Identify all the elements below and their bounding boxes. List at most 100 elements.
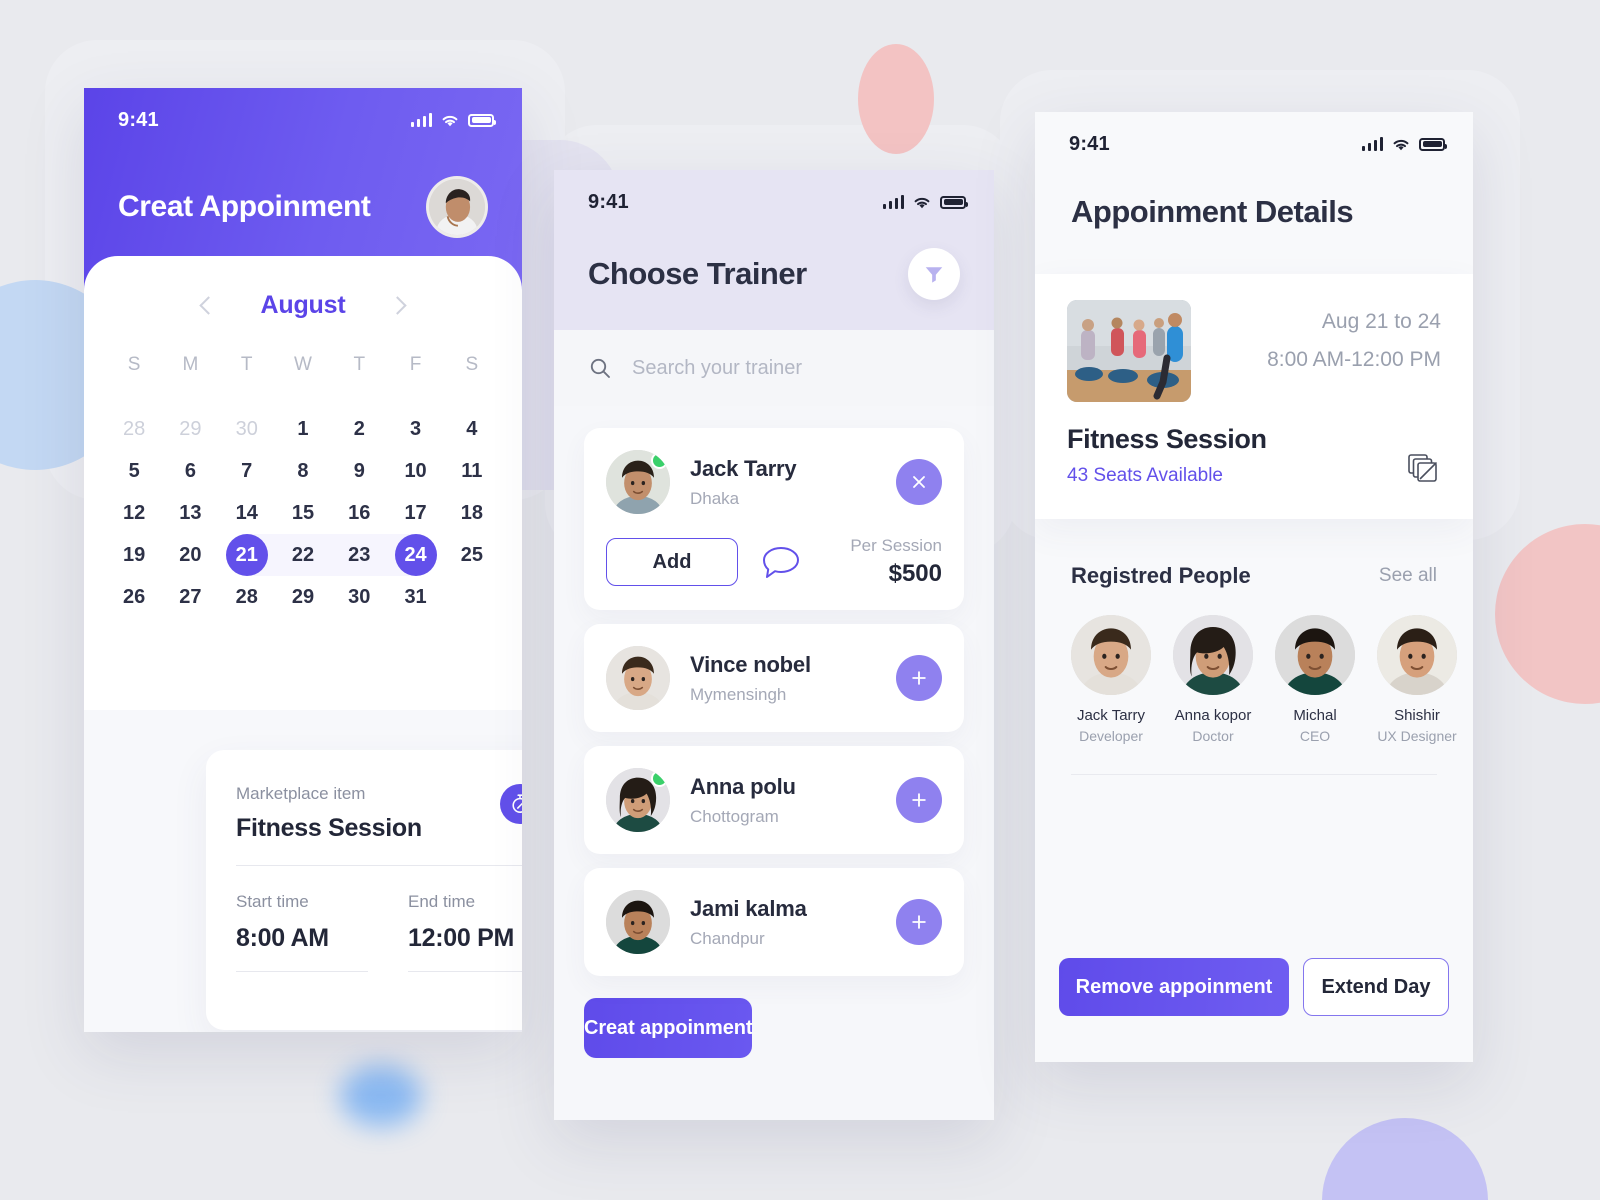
registered-person[interactable]: Anna kopor Doctor — [1173, 615, 1253, 744]
calendar-day-cell[interactable]: 21 — [219, 534, 276, 576]
see-all-link[interactable]: See all — [1379, 565, 1437, 587]
calendar-day-cell[interactable]: 17 — [387, 492, 443, 534]
calendar-day-number: 15 — [291, 501, 315, 524]
calendar-day-cell[interactable]: 29 — [162, 408, 218, 450]
remove-appointment-button[interactable]: Remove appoinment — [1059, 958, 1289, 1016]
battery-icon — [468, 113, 496, 127]
trainer-avatar — [606, 450, 670, 514]
trainer-info: Vince nobel Mymensingh — [690, 652, 876, 705]
pink-oval-decoration — [858, 44, 934, 154]
person-avatar — [1071, 615, 1151, 695]
add-trainer-button[interactable] — [896, 899, 942, 945]
calendar-day-cell[interactable]: 27 — [162, 576, 218, 618]
calendar-day-number: 5 — [128, 459, 140, 482]
stopwatch-icon[interactable] — [500, 784, 522, 824]
chevron-left-icon[interactable] — [198, 295, 218, 315]
calendar-day-cell[interactable]: 30 — [331, 576, 387, 618]
marketplace-label: Marketplace item — [236, 784, 366, 803]
trainer-row: Jami kalma Chandpur — [606, 890, 942, 954]
calendar-day-cell[interactable]: 16 — [331, 492, 387, 534]
avatar-photo — [1173, 615, 1253, 695]
trainer-name: Jami kalma — [690, 895, 807, 921]
avatar-photo — [1071, 615, 1151, 695]
profile-avatar[interactable] — [426, 176, 488, 238]
calendar-day-cell[interactable]: 6 — [162, 450, 218, 492]
calendar-day-cell[interactable]: 1 — [275, 408, 331, 450]
trainer-card[interactable]: Jami kalma Chandpur — [584, 868, 964, 976]
end-time-label: End time — [408, 892, 476, 911]
online-status-dot — [651, 452, 668, 469]
trainer-card[interactable]: Jack Tarry Dhaka Add Per Session $500 — [584, 428, 964, 610]
registered-person[interactable]: Shishir UX Designer — [1377, 615, 1457, 744]
status-icons — [1361, 136, 1447, 151]
calendar-day-cell[interactable]: 23 — [331, 534, 388, 576]
filter-icon[interactable] — [908, 248, 960, 300]
trainer-info: Anna polu Chottogram — [690, 774, 876, 827]
calendar-day-cell[interactable]: 28 — [219, 576, 275, 618]
calendar-day-number: 6 — [184, 459, 196, 482]
trainer-info: Jami kalma Chandpur — [690, 896, 876, 949]
calendar-day-cell[interactable]: 10 — [387, 450, 443, 492]
calendar-day-cell[interactable]: 20 — [162, 534, 218, 576]
trainer-avatar — [606, 646, 670, 710]
remove-trainer-button[interactable] — [896, 459, 942, 505]
calendar-day-number: 7 — [241, 459, 253, 482]
calendar-day-cell[interactable]: 15 — [275, 492, 331, 534]
extend-day-button[interactable]: Extend Day — [1303, 958, 1449, 1016]
search-input[interactable]: Search your trainer — [554, 330, 994, 406]
signal-icon — [1361, 136, 1383, 151]
start-time-underline — [236, 971, 368, 972]
calendar-day-cell[interactable]: 11 — [444, 450, 500, 492]
add-trainer-button[interactable] — [896, 777, 942, 823]
calendar-day-cell[interactable]: 30 — [219, 408, 275, 450]
chat-bubble-icon[interactable] — [760, 544, 802, 580]
person-role: Doctor — [1192, 728, 1234, 744]
add-trainer-button[interactable] — [896, 655, 942, 701]
chevron-right-icon[interactable] — [388, 295, 408, 315]
calendar-day-cell[interactable]: 13 — [162, 492, 218, 534]
calendar-day-cell[interactable]: 7 — [219, 450, 275, 492]
registered-person[interactable]: Jack Tarry Developer — [1071, 615, 1151, 744]
session-name: Fitness Session — [1067, 424, 1267, 454]
calendar-day-cell[interactable]: 14 — [219, 492, 275, 534]
calendar-day-cell[interactable]: 2 — [331, 408, 387, 450]
calendar-day-number: 30 — [348, 585, 371, 608]
status-icons — [882, 194, 968, 209]
calendar-day-cell[interactable]: 28 — [106, 408, 162, 450]
calendar-day-cell[interactable]: 19 — [106, 534, 162, 576]
trainer-location: Chottogram — [690, 806, 779, 826]
start-time-value: 8:00 AM — [236, 924, 329, 952]
calendar-day-cell[interactable]: 18 — [444, 492, 500, 534]
calendar-day-cell[interactable]: 22 — [274, 534, 332, 576]
trainer-name: Anna polu — [690, 773, 796, 799]
trainer-card[interactable]: Anna polu Chottogram — [584, 746, 964, 854]
add-button[interactable]: Add — [606, 538, 738, 586]
calendar-day-cell[interactable]: 9 — [331, 450, 387, 492]
avatar-photo — [606, 646, 670, 710]
registered-person[interactable]: Michal CEO — [1275, 615, 1355, 744]
start-time-field[interactable]: Start time 8:00 AM — [236, 892, 368, 972]
page-title: Choose Trainer — [588, 256, 807, 291]
duplicate-edit-icon[interactable] — [1405, 451, 1441, 487]
calendar-day-cell[interactable]: 31 — [387, 576, 443, 618]
end-time-field[interactable]: End time 12:00 PM — [408, 892, 522, 972]
person-avatar — [1173, 615, 1253, 695]
calendar-day-cell[interactable]: 5 — [106, 450, 162, 492]
calendar-day-cell[interactable]: 8 — [275, 450, 331, 492]
purple-circle-decoration — [1322, 1118, 1488, 1200]
calendar-day-cell[interactable]: 3 — [387, 408, 443, 450]
calendar-month-label: August — [260, 290, 346, 319]
create-appointment-button[interactable]: Creat appoinment — [584, 998, 753, 1058]
calendar-day-number: 30 — [235, 417, 258, 440]
calendar-day-cell[interactable]: 24 — [387, 534, 443, 576]
calendar-day-cell[interactable]: 29 — [275, 576, 331, 618]
calendar-day-cell[interactable]: 12 — [106, 492, 162, 534]
trainer-card[interactable]: Vince nobel Mymensingh — [584, 624, 964, 732]
session-name-row: Fitness Session 43 Seats Available — [1067, 424, 1441, 487]
calendar-day-number: 16 — [348, 501, 371, 524]
seats-available: 43 Seats Available — [1067, 465, 1223, 486]
calendar-day-cell[interactable]: 25 — [444, 534, 500, 576]
calendar-day-cell[interactable]: 26 — [106, 576, 162, 618]
calendar-day-cell[interactable]: 4 — [444, 408, 500, 450]
person-avatar — [1377, 615, 1457, 695]
